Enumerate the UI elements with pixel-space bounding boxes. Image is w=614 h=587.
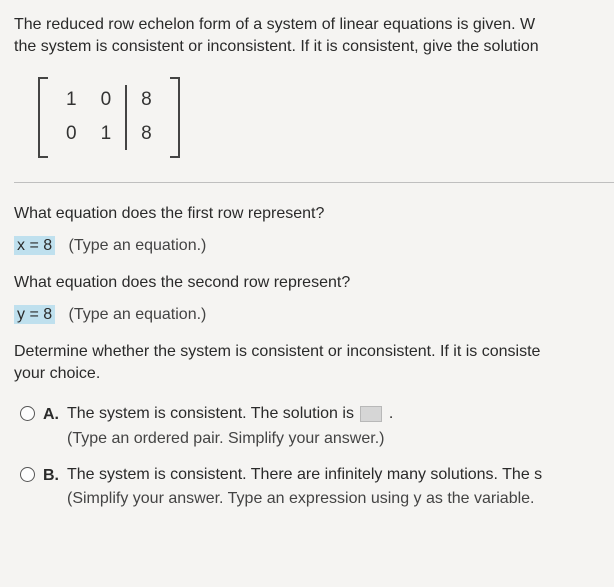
choice-a-body: The system is consistent. The solution i… <box>67 403 614 450</box>
matrix-cell: 8 <box>137 83 156 118</box>
answer-2-hint: (Type an equation.) <box>69 306 207 323</box>
matrix-cell: 0 <box>97 83 116 118</box>
radio-icon[interactable] <box>20 406 35 421</box>
answer-blank-input[interactable] <box>360 406 382 422</box>
choice-list: A. The system is consistent. The solutio… <box>14 403 614 511</box>
matrix-cell: 0 <box>62 117 81 152</box>
period: . <box>384 405 393 422</box>
intro-line-2: the system is consistent or inconsistent… <box>14 38 539 55</box>
radio-icon[interactable] <box>20 467 35 482</box>
question-1: What equation does the first row represe… <box>14 203 614 225</box>
spacer <box>60 306 64 323</box>
choice-b-label: B. <box>43 465 59 487</box>
intro-line-1: The reduced row echelon form of a system… <box>14 16 535 33</box>
problem-intro: The reduced row echelon form of a system… <box>14 14 614 59</box>
choice-a-hint: (Type an ordered pair. Simplify your ans… <box>67 428 614 450</box>
matrix-cell: 1 <box>97 117 116 152</box>
matrix-right-bracket <box>170 77 180 158</box>
choice-a[interactable]: A. The system is consistent. The solutio… <box>14 403 614 450</box>
answer-1-hint: (Type an equation.) <box>69 237 207 254</box>
question-3: Determine whether the system is consiste… <box>14 341 614 386</box>
choice-a-text: The system is consistent. The solution i… <box>67 405 358 422</box>
choice-a-label: A. <box>43 404 59 426</box>
matrix-col-2: 0 1 <box>89 83 124 152</box>
matrix-cell: 1 <box>62 83 81 118</box>
spacer <box>60 237 64 254</box>
augment-separator <box>125 85 127 150</box>
matrix-col-3: 8 8 <box>129 83 164 152</box>
section-divider <box>14 182 614 183</box>
matrix-col-1: 1 0 <box>54 83 89 152</box>
choice-b-body: The system is consistent. There are infi… <box>67 464 614 511</box>
augmented-matrix: 1 0 0 1 8 8 <box>38 77 614 158</box>
choice-b-hint: (Simplify your answer. Type an expressio… <box>67 488 614 510</box>
matrix-body: 1 0 0 1 8 8 <box>48 77 170 158</box>
answer-1-value[interactable]: x = 8 <box>14 236 55 255</box>
answer-2-line: y = 8 (Type an equation.) <box>14 304 614 326</box>
choice-b[interactable]: B. The system is consistent. There are i… <box>14 464 614 511</box>
matrix-left-bracket <box>38 77 48 158</box>
choice-b-text: The system is consistent. There are infi… <box>67 464 614 486</box>
answer-1-line: x = 8 (Type an equation.) <box>14 235 614 257</box>
question-2: What equation does the second row repres… <box>14 272 614 294</box>
matrix-cell: 8 <box>137 117 156 152</box>
choice-a-text-line: The system is consistent. The solution i… <box>67 403 614 425</box>
q3-line-1: Determine whether the system is consiste… <box>14 343 540 360</box>
q3-line-2: your choice. <box>14 365 100 382</box>
answer-2-value[interactable]: y = 8 <box>14 305 55 324</box>
